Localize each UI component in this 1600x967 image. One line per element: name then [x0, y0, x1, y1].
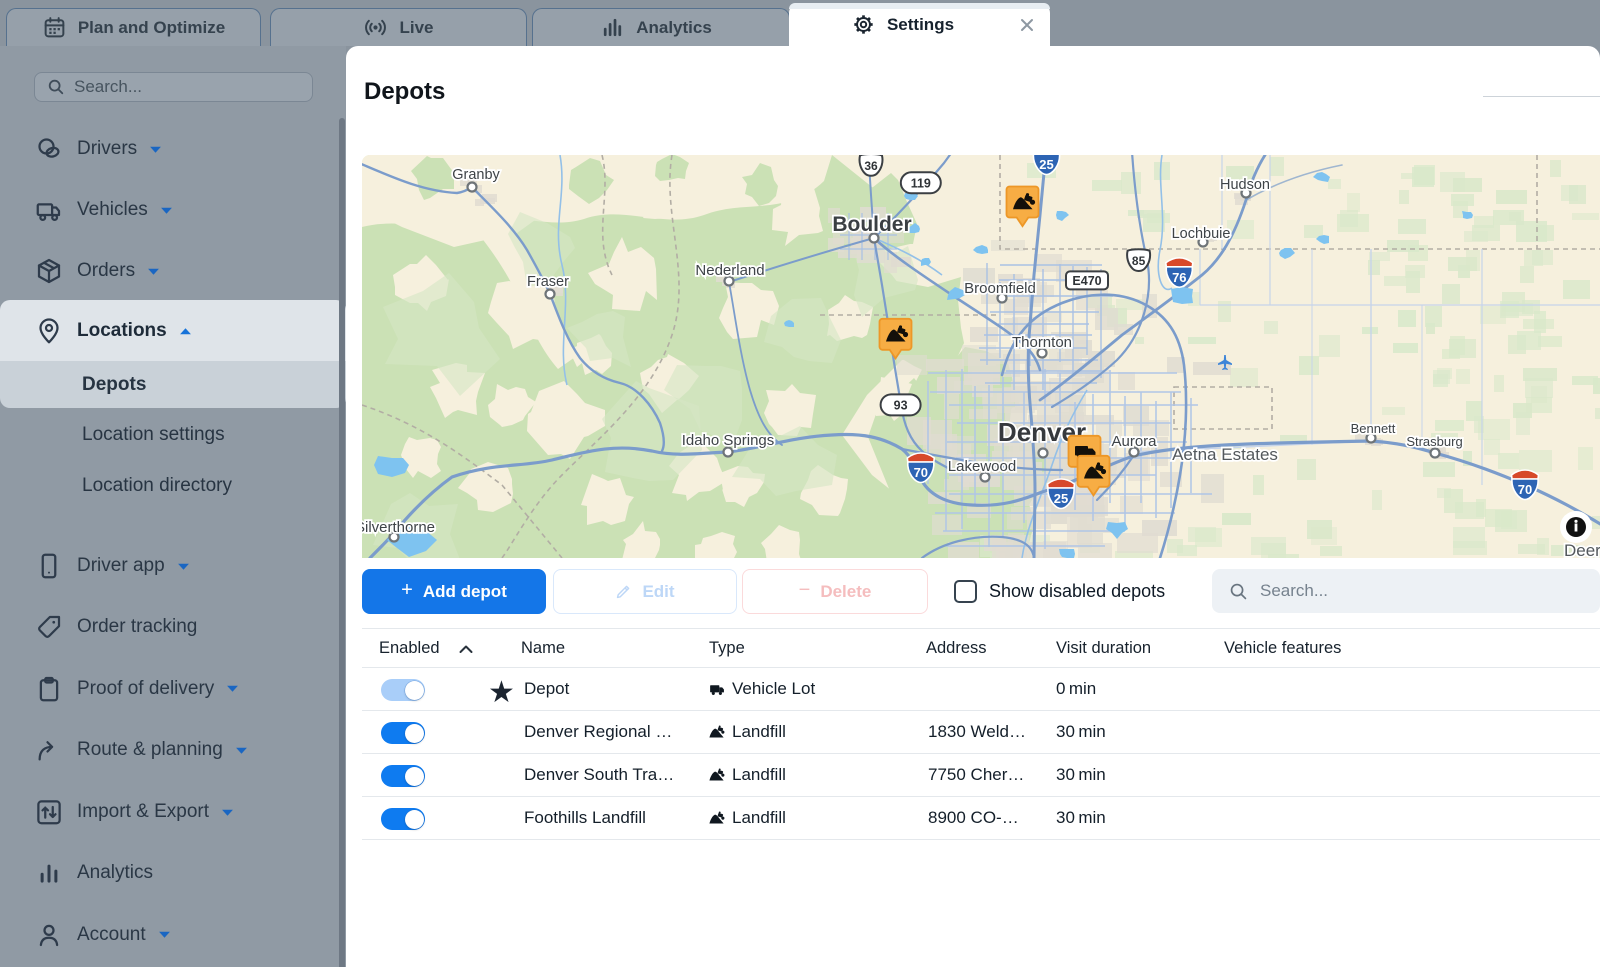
svg-text:Idaho Springs: Idaho Springs	[682, 432, 775, 449]
svg-text:Strasburg: Strasburg	[1406, 434, 1462, 449]
svg-text:Granby: Granby	[452, 167, 500, 183]
svg-text:Broomfield: Broomfield	[964, 280, 1036, 297]
svg-text:Fraser: Fraser	[527, 274, 569, 290]
svg-text:Lochbuie: Lochbuie	[1172, 226, 1231, 242]
svg-text:Thornton: Thornton	[1012, 334, 1072, 351]
svg-text:93: 93	[894, 398, 908, 412]
svg-text:Aurora: Aurora	[1111, 433, 1157, 450]
svg-text:36: 36	[864, 159, 878, 173]
svg-text:85: 85	[1132, 254, 1146, 268]
svg-text:119: 119	[911, 176, 931, 190]
svg-text:Lakewood: Lakewood	[948, 458, 1016, 475]
svg-text:Aetna Estates: Aetna Estates	[1172, 445, 1278, 464]
svg-text:E470: E470	[1072, 274, 1101, 288]
svg-text:25: 25	[1039, 157, 1053, 172]
svg-text:25: 25	[1054, 491, 1068, 506]
svg-text:Deer Trail: Deer Trail	[1564, 541, 1600, 558]
svg-text:Bennett: Bennett	[1351, 421, 1396, 436]
svg-text:Silverthorne: Silverthorne	[362, 519, 435, 536]
svg-text:70: 70	[914, 465, 928, 480]
svg-text:Boulder: Boulder	[832, 213, 911, 236]
svg-text:Hudson: Hudson	[1220, 177, 1270, 193]
svg-text:Nederland: Nederland	[695, 262, 764, 279]
svg-text:70: 70	[1518, 482, 1532, 497]
svg-text:76: 76	[1172, 270, 1186, 285]
